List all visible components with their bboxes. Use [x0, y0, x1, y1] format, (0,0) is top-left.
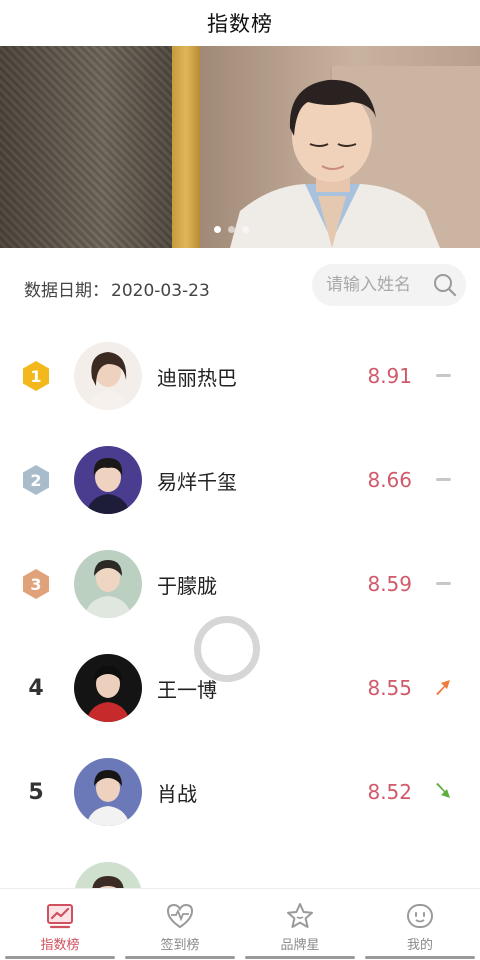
rank-number: 5: [28, 779, 44, 805]
trend-flat-icon: [432, 468, 454, 490]
trend-flat-icon: [432, 572, 454, 594]
tab-label: 品牌星: [280, 938, 320, 953]
artist-name: 肖战: [157, 782, 197, 806]
gold-badge-icon: 1: [23, 361, 49, 391]
tab-index-rank[interactable]: 指数榜: [0, 889, 120, 960]
data-date: 数据日期： 2020-03-23: [24, 276, 210, 301]
gesture-bar: [0, 956, 480, 960]
index-score: 8.52: [367, 780, 412, 804]
page-title: 指数榜: [207, 12, 273, 36]
rank-number: 1: [30, 367, 41, 386]
index-score: 8.91: [367, 364, 412, 388]
avatar[interactable]: [74, 758, 142, 826]
carousel-dot[interactable]: [242, 226, 249, 233]
avatar[interactable]: [74, 446, 142, 514]
banner-carousel[interactable]: [0, 46, 480, 248]
smile-icon: [407, 904, 433, 928]
carousel-dot[interactable]: [228, 226, 235, 233]
search-box[interactable]: [312, 264, 466, 306]
silver-badge-icon: 2: [23, 465, 49, 495]
tab-mine[interactable]: 我的: [360, 889, 480, 960]
rank-number: 4: [28, 675, 44, 701]
artist-name: 王一博: [157, 678, 217, 702]
tab-label: 指数榜: [40, 938, 80, 953]
index-score: 8.55: [367, 676, 412, 700]
banner-wall: [0, 46, 172, 248]
artist-name: 于朦胧: [157, 574, 217, 598]
rank-badge-silver: 2: [18, 462, 54, 498]
search-icon[interactable]: [432, 272, 458, 298]
carousel-dot[interactable]: [214, 226, 221, 233]
data-date-label: 数据日期：: [24, 281, 109, 301]
rank-badge-gold: 1: [18, 358, 54, 394]
tab-brand-star[interactable]: 品牌星: [240, 889, 360, 960]
star-icon: [287, 903, 313, 928]
index-score: 8.66: [367, 468, 412, 492]
rank-badge-bronze: 3: [18, 566, 54, 602]
ranking-row[interactable]: 2 易烊千玺 8.66: [0, 428, 480, 532]
artist-name: 易烊千玺: [157, 470, 237, 494]
search-input[interactable]: [326, 264, 436, 306]
index-score: 8.59: [367, 572, 412, 596]
rank-number: 3: [30, 575, 41, 594]
loading-spinner: [194, 616, 260, 682]
artist-name: 迪丽热巴: [157, 366, 237, 390]
carousel-dots: [214, 226, 249, 233]
chart-icon: [47, 904, 73, 929]
ranking-row[interactable]: 1 迪丽热巴 8.91: [0, 324, 480, 428]
filter-bar: 数据日期： 2020-03-23: [0, 258, 480, 314]
data-date-value: 2020-03-23: [111, 281, 210, 301]
trend-down-icon: [432, 780, 454, 802]
tab-checkin-rank[interactable]: 签到榜: [120, 889, 240, 960]
rank-position: 4: [18, 670, 54, 706]
top-bar: 指数榜: [0, 0, 480, 46]
avatar[interactable]: [74, 550, 142, 618]
tab-label: 签到榜: [160, 938, 200, 953]
bronze-badge-icon: 3: [23, 569, 49, 599]
rank-number: 2: [30, 471, 41, 490]
avatar[interactable]: [74, 654, 142, 722]
ranking-row[interactable]: 5 肖战 8.52: [0, 740, 480, 844]
banner-frame: [172, 46, 200, 248]
rank-position: 5: [18, 774, 54, 810]
avatar[interactable]: [74, 342, 142, 410]
trend-flat-icon: [432, 364, 454, 386]
trend-up-icon: [432, 676, 454, 698]
heartbeat-icon: [166, 903, 194, 929]
tab-label: 我的: [406, 938, 433, 953]
banner-person-image: [230, 79, 440, 248]
bottom-tab-bar: 指数榜 签到榜 品牌星 我的: [0, 888, 480, 960]
